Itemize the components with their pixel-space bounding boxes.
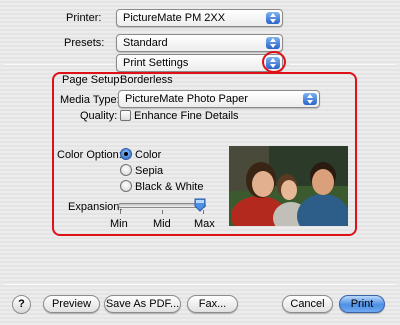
color-radio[interactable] (120, 148, 132, 160)
popup-arrows-icon (266, 12, 280, 24)
presets-value: Standard (123, 37, 168, 49)
pane-selector-popup[interactable]: Print Settings (116, 54, 283, 72)
printer-value: PictureMate PM 2XX (123, 12, 226, 24)
expansion-max-label: Max (194, 218, 215, 230)
media-type-value: PictureMate Photo Paper (125, 93, 248, 105)
cancel-button-label: Cancel (290, 298, 325, 310)
expansion-slider-ticks (120, 210, 204, 214)
separator-left (4, 64, 114, 65)
photo-preview (229, 146, 348, 226)
popup-arrows-icon (303, 93, 317, 105)
page-setup-value: Borderless (120, 74, 173, 86)
print-button-label: Print (350, 298, 374, 310)
expansion-label: Expansion: (68, 201, 123, 213)
sepia-radio-label: Sepia (135, 165, 164, 177)
presets-popup[interactable]: Standard (116, 34, 283, 52)
help-icon: ? (18, 298, 25, 310)
media-type-label: Media Type: (60, 94, 120, 106)
family-photo-icon (229, 146, 348, 226)
preview-button[interactable]: Preview (43, 295, 100, 313)
printer-label: Printer: (66, 12, 102, 24)
save-as-pdf-button-label: Save As PDF... (105, 298, 180, 310)
separator-right (290, 64, 396, 65)
expansion-min-label: Min (110, 218, 128, 230)
expansion-slider-track[interactable] (118, 203, 206, 208)
expansion-mid-label: Mid (153, 218, 171, 230)
printer-popup[interactable]: PictureMate PM 2XX (116, 9, 283, 27)
callout-circle (262, 51, 286, 73)
presets-label: Presets: (64, 37, 105, 49)
save-as-pdf-button[interactable]: Save As PDF... (104, 295, 181, 313)
black-white-radio[interactable] (120, 180, 132, 192)
popup-arrows-icon (266, 37, 280, 49)
enhance-fine-details-label: Enhance Fine Details (134, 110, 239, 122)
enhance-fine-details-checkbox[interactable] (120, 110, 131, 121)
media-type-popup[interactable]: PictureMate Photo Paper (118, 90, 320, 108)
pane-selector-value: Print Settings (123, 57, 189, 69)
fax-button[interactable]: Fax... (187, 295, 238, 313)
cancel-button[interactable]: Cancel (282, 295, 333, 313)
bottom-separator (4, 284, 396, 285)
color-radio-label: Color (135, 149, 162, 161)
help-button[interactable]: ? (12, 295, 31, 314)
print-button[interactable]: Print (339, 295, 385, 313)
color-option-label: Color Option: (57, 149, 122, 161)
sepia-radio[interactable] (120, 164, 132, 176)
quality-label: Quality: (80, 110, 118, 122)
expansion-slider-thumb[interactable] (194, 198, 206, 212)
black-white-radio-label: Black & White (135, 181, 204, 193)
page-setup-label: Page Setup: (62, 74, 123, 86)
preview-button-label: Preview (51, 298, 92, 310)
fax-button-label: Fax... (198, 298, 227, 310)
